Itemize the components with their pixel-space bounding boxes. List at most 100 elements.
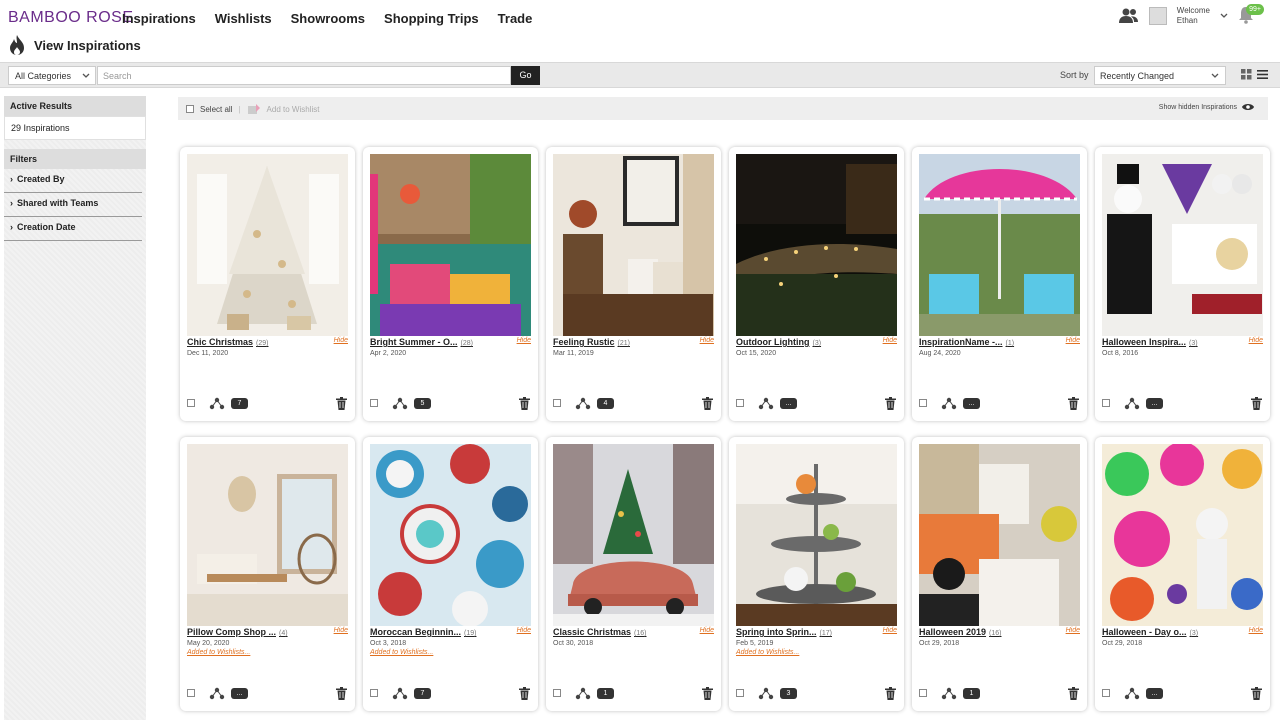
share-icon[interactable] [758,687,774,700]
card-title[interactable]: Chic Christmas (29) [187,337,268,347]
inspiration-card[interactable]: Outdoor Lighting (3) Hide Oct 15, 2020 ..… [729,147,904,421]
comment-count-badge[interactable]: ... [780,398,797,409]
filter-created-by[interactable]: › Created By [4,169,142,193]
show-hidden-toggle[interactable]: Show hidden Inspirations [1159,103,1254,111]
inspiration-card[interactable]: Moroccan Beginnin... (19) Hide Oct 3, 201… [363,437,538,711]
comment-count-badge[interactable]: ... [963,398,980,409]
card-checkbox[interactable] [736,399,744,407]
nav-wishlists[interactable]: Wishlists [215,11,272,26]
hide-link[interactable]: Hide [883,627,897,634]
hide-link[interactable]: Hide [1066,337,1080,344]
card-image[interactable] [919,444,1080,626]
card-checkbox[interactable] [187,689,195,697]
share-icon[interactable] [1124,397,1140,410]
card-checkbox[interactable] [919,689,927,697]
trash-icon[interactable] [1251,687,1262,700]
nav-trade[interactable]: Trade [498,11,533,26]
nav-inspirations[interactable]: Inspirations [122,11,196,26]
share-icon[interactable] [1124,687,1140,700]
inspiration-card[interactable]: Chic Christmas (29) Hide Dec 11, 2020 7 [180,147,355,421]
go-button[interactable]: Go [511,66,540,85]
nav-showrooms[interactable]: Showrooms [291,11,365,26]
filter-creation-date[interactable]: › Creation Date [4,217,142,241]
card-checkbox[interactable] [736,689,744,697]
chevron-down-icon[interactable] [1220,12,1228,20]
category-select[interactable]: All Categories [8,66,96,85]
trash-icon[interactable] [1068,397,1079,410]
nav-shopping-trips[interactable]: Shopping Trips [384,11,479,26]
card-image[interactable] [553,444,714,626]
share-icon[interactable] [941,687,957,700]
hide-link[interactable]: Hide [517,627,531,634]
comment-count-badge[interactable]: 7 [414,688,431,699]
sort-select[interactable]: Recently Changed [1094,66,1226,85]
card-image[interactable] [553,154,714,336]
search-input[interactable]: Search [97,66,511,85]
inspiration-card[interactable]: InspirationName -... (1) Hide Aug 24, 202… [912,147,1087,421]
card-image[interactable] [919,154,1080,336]
card-checkbox[interactable] [553,689,561,697]
share-icon[interactable] [758,397,774,410]
list-view-icon[interactable] [1257,69,1268,80]
welcome-text[interactable]: Welcome Ethan [1177,6,1210,26]
inspiration-card[interactable]: Halloween - Day o... (3) Hide Oct 29, 201… [1095,437,1270,711]
comment-count-badge[interactable]: 1 [963,688,980,699]
card-title[interactable]: Bright Summer - O... (28) [370,337,473,347]
trash-icon[interactable] [885,687,896,700]
card-image[interactable] [736,444,897,626]
add-to-wishlist-button[interactable]: Add to Wishlist [267,105,320,114]
comment-count-badge[interactable]: ... [1146,688,1163,699]
trash-icon[interactable] [336,397,347,410]
card-image[interactable] [370,444,531,626]
trash-icon[interactable] [702,687,713,700]
added-to-wishlists-link[interactable]: Added to Wishlists... [370,649,433,656]
added-to-wishlists-link[interactable]: Added to Wishlists... [187,649,250,656]
share-icon[interactable] [392,687,408,700]
share-icon[interactable] [575,397,591,410]
share-icon[interactable] [575,687,591,700]
card-checkbox[interactable] [370,399,378,407]
card-checkbox[interactable] [919,399,927,407]
card-image[interactable] [1102,444,1263,626]
card-title[interactable]: Classic Christmas (16) [553,627,647,637]
card-image[interactable] [736,154,897,336]
card-image[interactable] [370,154,531,336]
comment-count-badge[interactable]: 7 [231,398,248,409]
share-icon[interactable] [209,397,225,410]
brand-logo[interactable]: BAMBOO ROSE [8,9,134,27]
card-checkbox[interactable] [553,399,561,407]
select-all-checkbox[interactable] [186,105,194,113]
added-to-wishlists-link[interactable]: Added to Wishlists... [736,649,799,656]
comment-count-badge[interactable]: 3 [780,688,797,699]
card-title[interactable]: Halloween Inspira... (3) [1102,337,1198,347]
inspiration-card[interactable]: Halloween 2019 (16) Hide Oct 29, 2018 1 [912,437,1087,711]
card-image[interactable] [187,444,348,626]
inspiration-card[interactable]: Bright Summer - O... (28) Hide Apr 2, 202… [363,147,538,421]
card-image[interactable] [1102,154,1263,336]
hide-link[interactable]: Hide [700,627,714,634]
comment-count-badge[interactable]: 4 [597,398,614,409]
trash-icon[interactable] [519,397,530,410]
select-all-label[interactable]: Select all [200,105,232,114]
hide-link[interactable]: Hide [334,627,348,634]
inspiration-card[interactable]: Pillow Comp Shop ... (4) Hide May 20, 202… [180,437,355,711]
trash-icon[interactable] [702,397,713,410]
card-checkbox[interactable] [370,689,378,697]
card-title[interactable]: Moroccan Beginnin... (19) [370,627,476,637]
comment-count-badge[interactable]: 1 [597,688,614,699]
hide-link[interactable]: Hide [1249,337,1263,344]
hide-link[interactable]: Hide [1249,627,1263,634]
share-icon[interactable] [941,397,957,410]
people-icon[interactable] [1118,8,1139,24]
card-title[interactable]: Halloween - Day o... (3) [1102,627,1198,637]
hide-link[interactable]: Hide [700,337,714,344]
card-title[interactable]: Outdoor Lighting (3) [736,337,821,347]
card-checkbox[interactable] [1102,689,1110,697]
hide-link[interactable]: Hide [1066,627,1080,634]
inspiration-card[interactable]: Feeling Rustic (21) Hide Mar 11, 2019 4 [546,147,721,421]
trash-icon[interactable] [1068,687,1079,700]
card-title[interactable]: Halloween 2019 (16) [919,627,1002,637]
card-title[interactable]: Feeling Rustic (21) [553,337,630,347]
inspiration-card[interactable]: Classic Christmas (16) Hide Oct 30, 2018 … [546,437,721,711]
hide-link[interactable]: Hide [883,337,897,344]
